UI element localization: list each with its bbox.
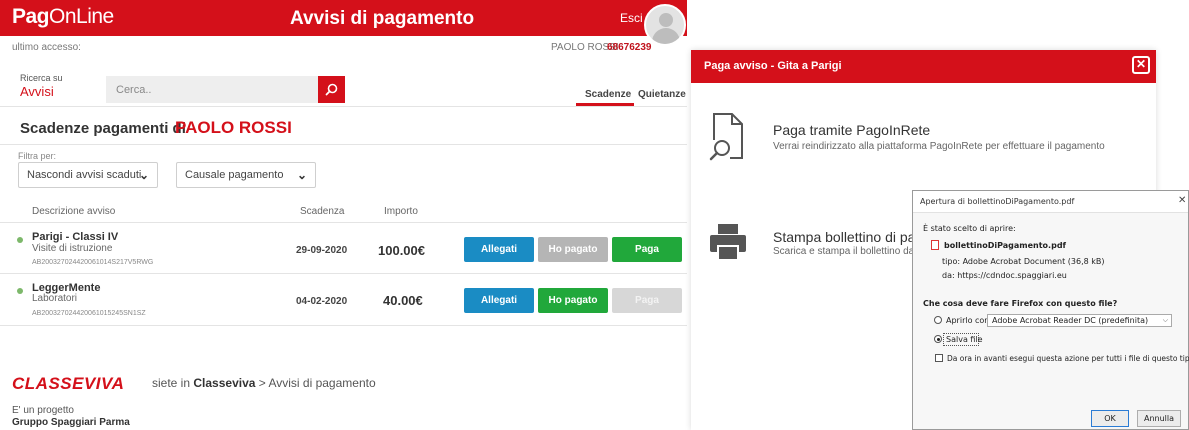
- open-with-radio[interactable]: [934, 316, 942, 324]
- dialog-titlebar: Apertura di bollettinoDiPagamento.pdf ✕: [913, 191, 1188, 213]
- row-due-date: 29-09-2020: [296, 245, 348, 256]
- column-header-due-date: Scadenza: [300, 206, 345, 217]
- divider: [0, 325, 687, 326]
- chosen-text: È stato scelto di aprire:: [923, 224, 1016, 233]
- logo-bold: Pag: [12, 5, 50, 28]
- column-header-amount: Importo: [384, 206, 418, 217]
- attachments-button[interactable]: Allegati: [464, 288, 534, 313]
- logo-light: OnLine: [49, 5, 114, 28]
- divider: [0, 273, 687, 274]
- close-icon[interactable]: ✕: [1178, 195, 1186, 206]
- open-with-app-value: Adobe Acrobat Reader DC (predefinita): [992, 316, 1149, 325]
- top-bar: PagOnLine Avvisi di pagamento Esci: [0, 0, 687, 36]
- option-pagoinrete-title[interactable]: Paga tramite PagoInRete: [773, 122, 930, 138]
- avatar-body-shape: [652, 28, 680, 44]
- modal-header: Paga avviso - Gita a Parigi ✕: [691, 50, 1156, 83]
- save-file-label[interactable]: Salva file: [946, 335, 983, 344]
- user-code: 68676239: [607, 42, 652, 53]
- pagonline-logo[interactable]: PagOnLine: [12, 5, 114, 29]
- open-with-label[interactable]: Aprirlo con: [946, 316, 989, 325]
- printer-icon: [710, 224, 746, 261]
- column-header-description: Descrizione avviso: [32, 206, 116, 217]
- search-label-big: Avvisi: [20, 84, 54, 99]
- firefox-open-file-dialog: Apertura di bollettinoDiPagamento.pdf ✕ …: [912, 190, 1189, 430]
- cancel-button[interactable]: Annulla: [1137, 410, 1181, 427]
- pay-button-disabled: Paga: [612, 288, 682, 313]
- close-button[interactable]: ✕: [1132, 56, 1150, 74]
- row-title: Parigi - Classi IV: [32, 231, 119, 243]
- search-label-small: Ricerca su: [20, 73, 63, 83]
- status-dot: [17, 288, 23, 294]
- paid-button[interactable]: Ho pagato: [538, 237, 608, 262]
- row-subtitle: Laboratori: [32, 293, 78, 304]
- document-search-icon: [708, 113, 743, 162]
- status-dot: [17, 237, 23, 243]
- avatar-head-shape: [659, 13, 673, 27]
- pay-button[interactable]: Paga: [612, 237, 682, 262]
- footer-company: Gruppo Spaggiari Parma: [12, 417, 130, 428]
- filter-expired-select[interactable]: Nascondi avvisi scaduti ⌄: [18, 162, 158, 188]
- file-source: da: https://cdndoc.spaggiari.eu: [942, 271, 1067, 280]
- breadcrumb-current: > Avvisi di pagamento: [258, 376, 376, 390]
- classeviva-logo[interactable]: CLASSEVIVA: [12, 374, 124, 394]
- row-amount: 40.00€: [383, 293, 423, 308]
- row-code: AB200327024420061015245SN1SZ: [32, 310, 146, 317]
- pagonline-app: PagOnLine Avvisi di pagamento Esci ultim…: [0, 0, 687, 430]
- dialog-question: Che cosa deve fare Firefox con questo fi…: [923, 299, 1118, 308]
- search-icon: [325, 83, 338, 96]
- paid-button[interactable]: Ho pagato: [538, 288, 608, 313]
- filter-reason-value: Causale pagamento: [185, 169, 284, 181]
- logout-link[interactable]: Esci: [620, 11, 643, 25]
- breadcrumb-prefix: siete in: [152, 376, 191, 390]
- footer-project-text: E' un progetto: [12, 405, 74, 416]
- row-code: AB200327024420061014S217V5RWG: [32, 259, 154, 266]
- section-heading-name: PAOLO ROSSI: [175, 118, 292, 137]
- section-heading: Scadenze pagamenti di: [20, 120, 186, 137]
- filter-expired-value: Nascondi avvisi scaduti: [27, 169, 142, 181]
- tab-quietanze[interactable]: Quietanze: [638, 89, 686, 100]
- modal-title: Paga avviso - Gita a Parigi: [704, 60, 842, 72]
- remember-choice-checkbox[interactable]: [935, 354, 943, 362]
- pdf-file-icon: [931, 240, 939, 250]
- ok-button[interactable]: OK: [1091, 410, 1129, 427]
- chevron-down-icon: ⌄: [138, 168, 149, 182]
- chevron-down-icon: ⌵: [1162, 316, 1168, 324]
- row-due-date: 04-02-2020: [296, 296, 348, 307]
- remember-choice-label[interactable]: Da ora in avanti esegui questa azione pe…: [947, 354, 1189, 363]
- breadcrumb: siete in Classeviva > Avvisi di pagament…: [152, 376, 376, 390]
- search-button[interactable]: [318, 76, 345, 103]
- file-name: bollettinoDiPagamento.pdf: [944, 241, 1067, 250]
- option-pagoinrete-desc: Verrai reindirizzato alla piattaforma Pa…: [773, 141, 1105, 152]
- filter-reason-select[interactable]: Causale pagamento ⌄: [176, 162, 316, 188]
- option-print-desc: Scarica e stampa il bollettino da: [773, 246, 915, 257]
- filter-label: Filtra per:: [18, 151, 57, 161]
- open-with-app-select[interactable]: Adobe Acrobat Reader DC (predefinita) ⌵: [987, 314, 1172, 327]
- chevron-down-icon: ⌄: [296, 168, 307, 182]
- avatar[interactable]: [644, 4, 686, 46]
- save-file-radio[interactable]: [934, 335, 942, 343]
- option-print-title[interactable]: Stampa bollettino di pag: [773, 229, 923, 245]
- divider: [0, 222, 687, 223]
- search-box: [106, 76, 318, 103]
- search-input[interactable]: [106, 76, 318, 103]
- breadcrumb-home[interactable]: Classeviva: [193, 376, 255, 390]
- attachments-button[interactable]: Allegati: [464, 237, 534, 262]
- last-access-label: ultimo accesso:: [12, 42, 81, 53]
- close-icon: ✕: [1135, 57, 1147, 71]
- row-subtitle: Visite di istruzione: [32, 243, 113, 254]
- dialog-title: Apertura di bollettinoDiPagamento.pdf: [920, 197, 1075, 206]
- row-amount: 100.00€: [378, 243, 425, 258]
- divider: [0, 106, 687, 107]
- divider: [0, 144, 687, 145]
- file-type: tipo: Adobe Acrobat Document (36,8 kB): [942, 257, 1105, 266]
- page-title: Avvisi di pagamento: [290, 8, 475, 29]
- tab-scadenze[interactable]: Scadenze: [585, 89, 631, 100]
